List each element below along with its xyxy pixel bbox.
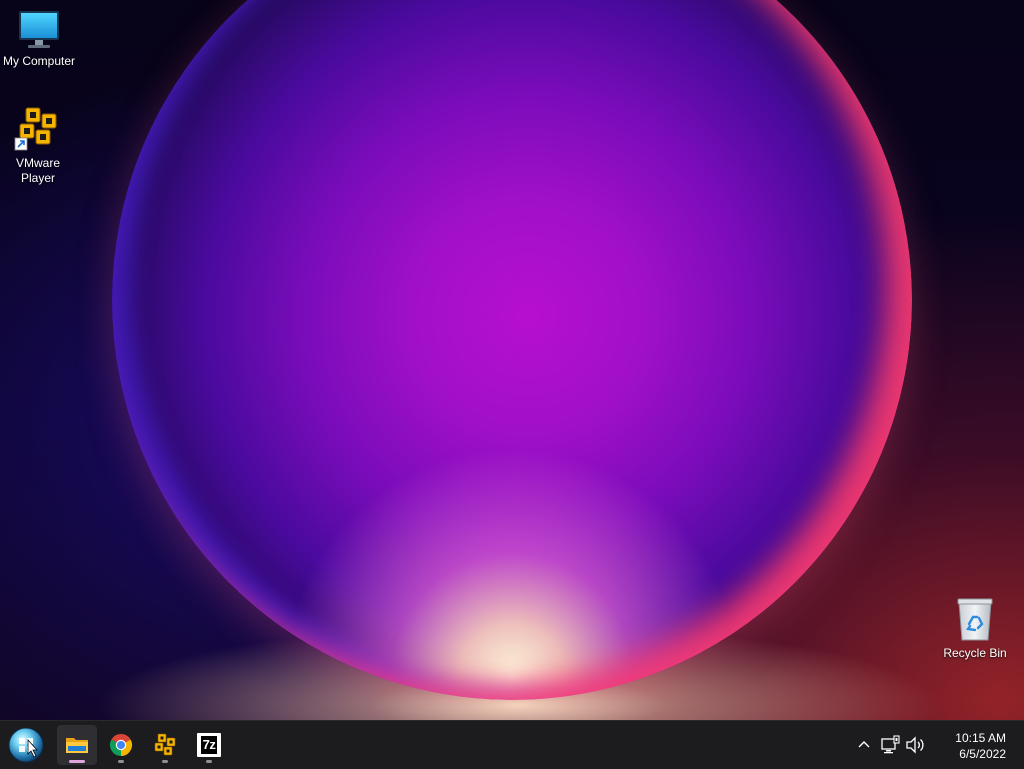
running-indicator (162, 760, 168, 763)
desktop-icon-label: My Computer (2, 54, 76, 68)
clock-date: 6/5/2022 (959, 747, 1006, 761)
vmware-player-icon (154, 733, 176, 756)
running-indicator (206, 760, 212, 763)
7z-icon: 7z (197, 733, 221, 757)
taskbar-7zip[interactable]: 7z (189, 725, 229, 765)
desktop-icon-my-computer[interactable]: My Computer (1, 8, 77, 69)
taskbar-file-explorer[interactable] (57, 725, 97, 765)
desktop-icon-recycle-bin[interactable]: Recycle Bin (937, 596, 1013, 661)
active-indicator (69, 760, 85, 763)
wallpaper-orb (112, 0, 912, 700)
chrome-icon (109, 734, 133, 756)
desktop-icon-vmware-player[interactable]: VMware Player (0, 104, 76, 186)
monitor-icon (19, 11, 59, 48)
running-indicator (118, 760, 124, 763)
chevron-up-icon[interactable] (854, 735, 874, 755)
network-icon[interactable] (880, 735, 900, 755)
system-tray: 10:15 AM 6/5/2022 (854, 721, 1024, 769)
start-button[interactable] (6, 725, 46, 765)
start-orb-icon (8, 727, 44, 763)
clock[interactable]: 10:15 AM 6/5/2022 (955, 730, 1006, 762)
taskbar: 7z 10:15 AM 6/5/2022 (0, 720, 1024, 769)
desktop-icon-label: Recycle Bin (943, 646, 1007, 660)
volume-icon[interactable] (905, 735, 925, 755)
clock-time: 10:15 AM (955, 731, 1006, 745)
taskbar-vmware-player[interactable] (145, 725, 185, 765)
folder-icon (66, 738, 88, 753)
desktop-icon-label: VMware Player (15, 156, 60, 185)
desktop-wallpaper: My Computer VMware Player Recycle Bin (0, 0, 1024, 768)
taskbar-chrome[interactable] (101, 725, 141, 765)
7z-icon-text: 7z (200, 736, 218, 754)
recycle-bin-icon (957, 598, 993, 641)
vmware-player-icon (14, 107, 57, 151)
